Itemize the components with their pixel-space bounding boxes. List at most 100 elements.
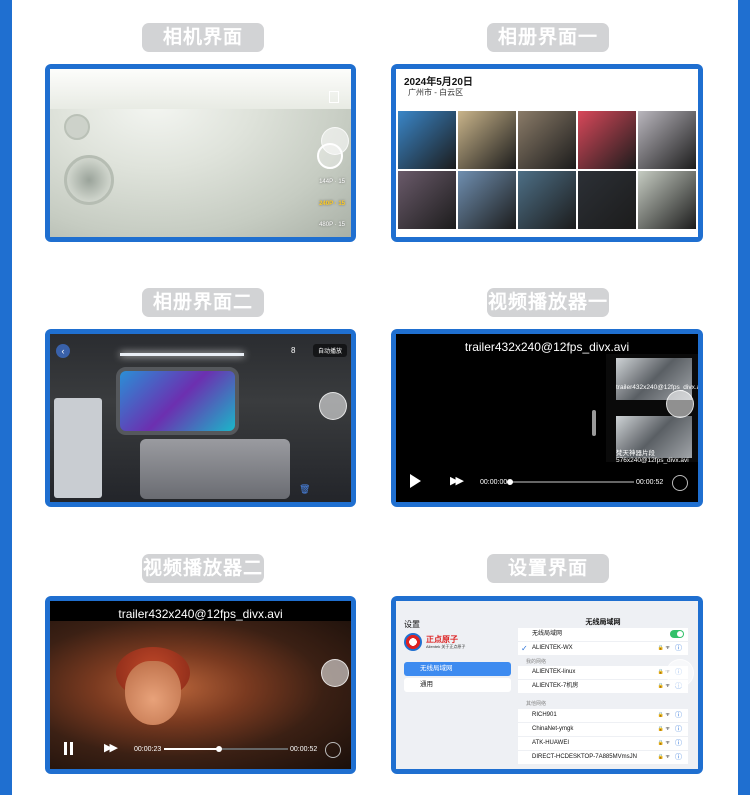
city-window	[116, 367, 239, 435]
info-icon[interactable]: ⓘ	[675, 737, 682, 750]
playlist-drag-handle[interactable]	[592, 410, 596, 436]
brand-logo: 正点原子 Alientek 关于正点原子	[404, 633, 512, 653]
album-grid-view: 2024年5月20日 广州市 - 白云区	[396, 69, 698, 237]
network-name: ChinaNet-ymgk	[532, 726, 574, 732]
album-location: 广州市 - 白云区	[408, 88, 464, 97]
settings-view: 设置 正点原子 Alientek 关于正点原子 无线局域网 通用 无线局域网 无…	[396, 601, 698, 769]
camera-lens-small	[64, 114, 90, 140]
camera-lens	[64, 155, 114, 205]
camera-screen-frame: 144P · 15 240P · 15 480P · 15	[45, 64, 356, 242]
lock-wifi-icon: 🔒 ᯤ	[657, 712, 670, 718]
network-row[interactable]: ALIENTEK-linux🔒 ᯤⓘ	[518, 666, 688, 679]
loop-icon[interactable]	[325, 742, 341, 758]
video-player-2: trailer432x240@12fps_divx.avi ▶▶ 00:00:2…	[50, 601, 351, 769]
photo-thumbnail[interactable]	[458, 111, 516, 169]
floating-button[interactable]	[666, 659, 694, 687]
photo-thumbnail[interactable]	[458, 171, 516, 229]
resolution-option[interactable]: 480P · 15	[319, 222, 345, 228]
info-icon[interactable]: ⓘ	[675, 709, 682, 722]
photo-thumbnail[interactable]	[518, 171, 576, 229]
fast-forward-icon[interactable]: ▶▶	[450, 474, 464, 487]
resolution-option[interactable]: 144P · 15	[319, 179, 345, 185]
play-button-icon[interactable]	[410, 474, 421, 488]
network-name: ALIENTEK-WX	[532, 645, 573, 651]
photo-viewer[interactable]: ‹ 8 自动播放 🗑	[50, 334, 351, 502]
total-time: 00:00:52	[290, 746, 318, 753]
network-row[interactable]: RICH901 🔒 ᯤ ⓘ	[518, 709, 688, 722]
nav-wlan[interactable]: 无线局域网	[404, 662, 511, 676]
wlan-pane: 无线局域网 无线局域网 ✓ ALIENTEK-WX 🔒 ᯤ ⓘ 我的网络 ALIENT…	[518, 615, 688, 765]
progress-knob[interactable]	[215, 746, 222, 752]
pane-title: 无线局域网	[585, 619, 621, 626]
character-face	[125, 661, 181, 725]
camera-view[interactable]: 144P · 15 240P · 15 480P · 15	[50, 69, 351, 237]
info-icon[interactable]: ⓘ	[675, 723, 682, 736]
lock-wifi-icon: 🔒 ᯤ	[657, 754, 670, 760]
album-date: 2024年5月20日	[404, 77, 473, 88]
checkmark-icon: ✓	[521, 644, 528, 653]
floating-button[interactable]	[321, 659, 349, 687]
pause-button-icon[interactable]	[64, 742, 73, 755]
network-name: ATK-HUAWEI	[532, 740, 569, 746]
lock-wifi-icon: 🔒 ᯤ	[657, 683, 670, 689]
photo-thumbnail[interactable]	[398, 111, 456, 169]
network-name: DIRECT-HCDESKTOP-7A885MVmsJN	[532, 754, 637, 760]
progress-bar[interactable]	[507, 479, 634, 485]
bed	[140, 439, 290, 499]
camera-switch-icon[interactable]	[329, 91, 339, 103]
floating-button[interactable]	[666, 390, 694, 418]
progress-knob[interactable]	[507, 479, 513, 485]
right-border	[738, 0, 750, 795]
photo-thumbnail[interactable]	[398, 171, 456, 229]
photo-thumbnail[interactable]	[578, 111, 636, 169]
photo-counter: 8	[291, 346, 296, 355]
back-button-icon[interactable]: ‹	[56, 344, 70, 358]
lock-wifi-icon: 🔒 ᯤ	[657, 740, 670, 746]
trash-icon[interactable]: 🗑	[299, 484, 310, 495]
photo-thumbnail[interactable]	[518, 111, 576, 169]
playlist-item-label[interactable]: 梵天神器片段576x240@12fps_divx.avi	[616, 450, 696, 464]
current-time: 00:00:00	[480, 479, 508, 486]
camera-highlight	[50, 69, 351, 109]
left-border	[0, 0, 12, 795]
brand-icon	[404, 633, 422, 651]
lock-wifi-icon: 🔒 ᯤ	[657, 726, 670, 732]
progress-bar[interactable]	[164, 746, 288, 752]
info-icon[interactable]: ⓘ	[675, 642, 682, 655]
other-networks-header: 其他网络	[526, 701, 547, 707]
network-name: ALIENTEK-7机房	[532, 683, 579, 689]
video-title: trailer432x240@12fps_divx.avi	[464, 340, 630, 354]
video-player-1: trailer432x240@12fps_divx.avi trailer432…	[396, 334, 698, 502]
album1-label: 相册界面一	[487, 23, 609, 52]
auto-play-button[interactable]: 自动播放	[312, 344, 347, 357]
loop-icon[interactable]	[672, 475, 688, 491]
network-name: ALIENTEK-linux	[532, 669, 576, 675]
video1-label: 视频播放器一	[487, 288, 609, 317]
video2-label: 视频播放器二	[142, 554, 264, 583]
lock-wifi-icon: 🔒 ᯤ	[657, 645, 670, 651]
wlan-toggle[interactable]	[670, 630, 684, 638]
album2-label: 相册界面二	[142, 288, 264, 317]
floating-button[interactable]	[319, 392, 347, 420]
connected-network[interactable]: ✓ ALIENTEK-WX 🔒 ᯤ ⓘ	[518, 642, 688, 655]
nav-general[interactable]: 通用	[404, 678, 511, 692]
wlan-toggle-label: 无线局域网	[532, 631, 563, 637]
network-row[interactable]: ChinaNet-ymgk 🔒 ᯤ ⓘ	[518, 723, 688, 736]
fast-forward-icon[interactable]: ▶▶	[104, 741, 118, 754]
settings-screen-frame: 设置 正点原子 Alientek 关于正点原子 无线局域网 通用 无线局域网 无…	[391, 596, 703, 774]
photo-thumbnail[interactable]	[638, 171, 696, 229]
network-row[interactable]: DIRECT-HCDESKTOP-7A885MVmsJN 🔒 ᯤ ⓘ	[518, 751, 688, 764]
ceiling-light	[120, 353, 244, 356]
shutter-button[interactable]	[317, 143, 343, 169]
photo-thumbnail[interactable]	[578, 171, 636, 229]
photo-grid	[398, 111, 696, 229]
photo-thumbnail[interactable]	[638, 111, 696, 169]
wlan-toggle-row[interactable]: 无线局域网	[518, 628, 688, 641]
network-row[interactable]: ATK-HUAWEI 🔒 ᯤ ⓘ	[518, 737, 688, 750]
info-icon[interactable]: ⓘ	[675, 751, 682, 764]
album2-screen-frame: ‹ 8 自动播放 🗑	[45, 329, 356, 507]
resolution-option-selected[interactable]: 240P · 15	[319, 201, 345, 207]
network-row[interactable]: ALIENTEK-7机房🔒 ᯤⓘ	[518, 680, 688, 693]
video-title: trailer432x240@12fps_divx.avi	[118, 607, 283, 621]
video1-screen-frame: trailer432x240@12fps_divx.avi trailer432…	[391, 329, 703, 507]
